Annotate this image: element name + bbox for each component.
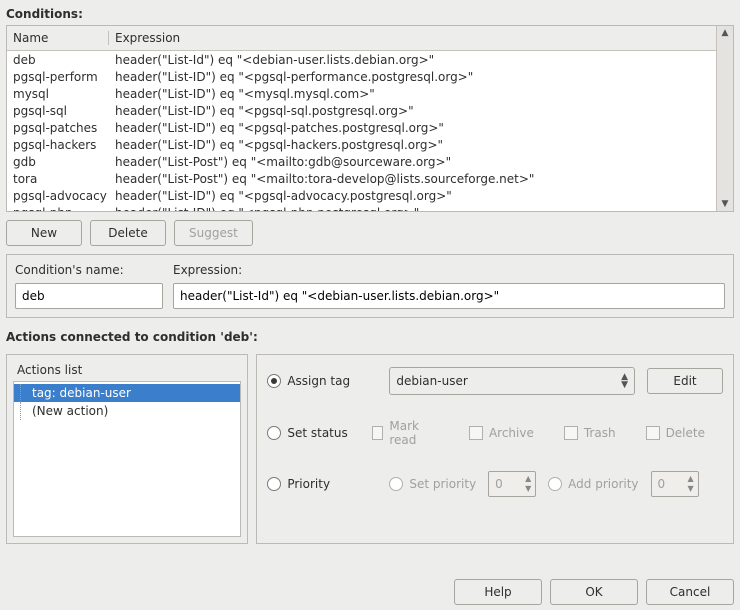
conditions-scrollbar[interactable]: ▲ ▼ — [716, 26, 733, 211]
cancel-button[interactable]: Cancel — [646, 579, 734, 605]
condition-expr-label: Expression: — [173, 263, 725, 277]
cell-expression: header("List-ID") eq "<pgsql-patches.pos… — [109, 121, 716, 135]
set-status-radio[interactable]: Set status — [267, 426, 359, 440]
set-status-row: Set status Mark read Archive Trash — [267, 419, 723, 447]
scroll-up-icon[interactable]: ▲ — [717, 26, 733, 40]
cell-name: mysql — [7, 87, 109, 101]
new-button[interactable]: New — [6, 220, 82, 246]
priority-radio[interactable]: Priority — [267, 477, 377, 491]
conditions-title: Conditions: — [6, 7, 734, 21]
condition-name-input[interactable] — [15, 283, 163, 309]
col-name[interactable]: Name — [7, 31, 109, 45]
actions-tree[interactable]: tag: debian-user(New action) — [13, 381, 241, 537]
cell-name: deb — [7, 53, 109, 67]
set-priority-spin: 0 ▲▼ — [488, 471, 536, 497]
suggest-button: Suggest — [174, 220, 253, 246]
checkbox-icon — [646, 426, 660, 440]
table-row[interactable]: pgsql-phpheader("List-ID") eq "<pgsql-ph… — [7, 204, 716, 211]
trash-checkbox: Trash — [564, 426, 616, 440]
radio-unchecked-icon — [267, 477, 281, 491]
cell-name: pgsql-sql — [7, 104, 109, 118]
conditions-table[interactable]: Name Expression debheader("List-Id") eq … — [6, 25, 734, 212]
add-priority-radio: Add priority — [548, 477, 638, 491]
checkbox-icon — [469, 426, 483, 440]
delete-button[interactable]: Delete — [90, 220, 166, 246]
assign-tag-row: Assign tag debian-user ▲▼ Edit — [267, 367, 723, 395]
table-row[interactable]: pgsql-performheader("List-ID") eq "<pgsq… — [7, 68, 716, 85]
combo-spinner-icon: ▲▼ — [621, 373, 628, 389]
cell-expression: header("List-ID") eq "<pgsql-performance… — [109, 70, 716, 84]
cell-expression: header("List-ID") eq "<pgsql-php.postgre… — [109, 206, 716, 212]
table-row[interactable]: toraheader("List-Post") eq "<mailto:tora… — [7, 170, 716, 187]
cell-name: pgsql-advocacy — [7, 189, 109, 203]
checkbox-icon — [564, 426, 578, 440]
delete-checkbox: Delete — [646, 426, 705, 440]
priority-row: Priority Set priority 0 ▲▼ Add priority — [267, 471, 723, 497]
condition-expr-input[interactable] — [173, 283, 725, 309]
cell-expression: header("List-ID") eq "<pgsql-hackers.pos… — [109, 138, 716, 152]
table-row[interactable]: pgsql-patchesheader("List-ID") eq "<pgsq… — [7, 119, 716, 136]
assign-tag-radio[interactable]: Assign tag — [267, 374, 377, 388]
actions-list-panel: Actions list tag: debian-user(New action… — [6, 354, 248, 544]
condition-name-label: Condition's name: — [15, 263, 163, 277]
col-expression[interactable]: Expression — [109, 31, 716, 45]
actions-list-title: Actions list — [13, 361, 241, 381]
cell-expression: header("List-ID") eq "<pgsql-advocacy.po… — [109, 189, 716, 203]
edit-tag-button[interactable]: Edit — [647, 368, 723, 394]
tag-combo[interactable]: debian-user ▲▼ — [389, 367, 635, 395]
cell-name: pgsql-php — [7, 206, 109, 212]
conditions-table-header: Name Expression — [7, 26, 716, 51]
cell-expression: header("List-ID") eq "<mysql.mysql.com>" — [109, 87, 716, 101]
actions-title: Actions connected to condition 'deb': — [6, 330, 734, 344]
set-priority-radio: Set priority — [389, 477, 476, 491]
cell-name: pgsql-hackers — [7, 138, 109, 152]
cell-expression: header("List-Post") eq "<mailto:tora-dev… — [109, 172, 716, 186]
table-row[interactable]: pgsql-hackersheader("List-ID") eq "<pgsq… — [7, 136, 716, 153]
table-row[interactable]: pgsql-sqlheader("List-ID") eq "<pgsql-sq… — [7, 102, 716, 119]
archive-checkbox: Archive — [469, 426, 534, 440]
action-config-panel: Assign tag debian-user ▲▼ Edit Set statu… — [256, 354, 734, 544]
scroll-down-icon[interactable]: ▼ — [717, 197, 733, 211]
radio-unchecked-icon — [389, 477, 403, 491]
radio-unchecked-icon — [548, 477, 562, 491]
cell-expression: header("List-Post") eq "<mailto:gdb@sour… — [109, 155, 716, 169]
cell-name: tora — [7, 172, 109, 186]
table-row[interactable]: gdbheader("List-Post") eq "<mailto:gdb@s… — [7, 153, 716, 170]
cell-name: gdb — [7, 155, 109, 169]
cell-expression: header("List-Id") eq "<debian-user.lists… — [109, 53, 716, 67]
checkbox-icon — [372, 426, 384, 440]
table-row[interactable]: pgsql-advocacyheader("List-ID") eq "<pgs… — [7, 187, 716, 204]
cell-expression: header("List-ID") eq "<pgsql-sql.postgre… — [109, 104, 716, 118]
cell-name: pgsql-patches — [7, 121, 109, 135]
ok-button[interactable]: OK — [550, 579, 638, 605]
table-row[interactable]: mysqlheader("List-ID") eq "<mysql.mysql.… — [7, 85, 716, 102]
cell-name: pgsql-perform — [7, 70, 109, 84]
list-item[interactable]: tag: debian-user — [14, 384, 240, 402]
add-priority-spin: 0 ▲▼ — [651, 471, 699, 497]
table-row[interactable]: debheader("List-Id") eq "<debian-user.li… — [7, 51, 716, 68]
list-item[interactable]: (New action) — [14, 402, 240, 420]
radio-checked-icon — [267, 374, 281, 388]
condition-editor: Condition's name: Expression: — [6, 254, 734, 318]
help-button[interactable]: Help — [454, 579, 542, 605]
tag-combo-value: debian-user — [396, 374, 467, 388]
mark-read-checkbox: Mark read — [372, 419, 439, 447]
radio-unchecked-icon — [267, 426, 281, 440]
